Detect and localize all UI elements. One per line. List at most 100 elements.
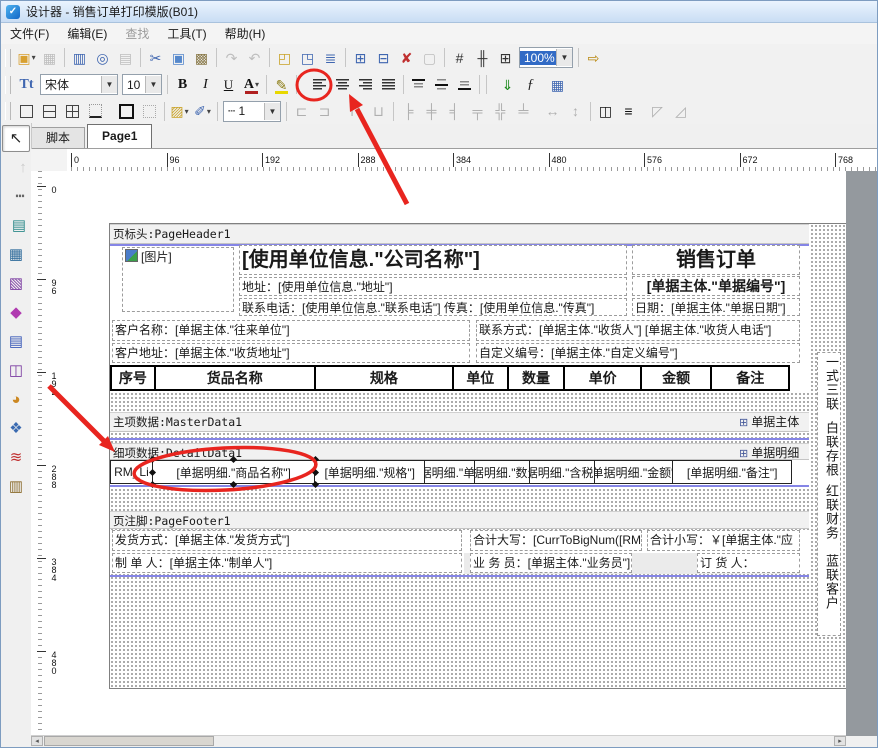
same-width-button[interactable]: ◫ (594, 99, 617, 123)
zoom-combo-arrow[interactable]: ▼ (556, 49, 572, 66)
cut-button[interactable]: ✂ (144, 46, 167, 70)
open-button[interactable]: ▣▾ (15, 46, 38, 70)
subreport-tool[interactable]: ◫ (2, 357, 30, 384)
report-page[interactable]: 页标头:PageHeader1 [图片] [使用单位信息."公司名称"] 销售订… (109, 223, 846, 689)
valign-top-button[interactable] (407, 73, 430, 97)
chart-tool[interactable]: ◕ (2, 386, 30, 413)
line-color-button[interactable]: ✐▾ (191, 99, 214, 123)
detail-cell[interactable]: [单据明细."规格"] (315, 461, 425, 483)
label-tool[interactable]: ▤ (5, 212, 33, 239)
barcode-tool[interactable]: ▥ (2, 473, 30, 500)
border-full-button[interactable] (115, 99, 138, 123)
panes-button[interactable]: ⊞ (494, 46, 517, 70)
font-color-button[interactable]: A▾ (240, 73, 263, 97)
insert-field-button[interactable]: ⇓ (496, 73, 519, 97)
column-header[interactable]: 规格 (316, 367, 454, 389)
select-tool[interactable]: ↖ (2, 125, 30, 152)
scroll-left-button[interactable]: ◂ (31, 736, 43, 746)
line-tool[interactable]: ≋ (2, 444, 30, 471)
bold-button[interactable]: B (171, 73, 194, 97)
align-center-button[interactable] (331, 73, 354, 97)
phone-fax-field[interactable]: 联系电话：[使用单位信息."联系电话"] 传真：[使用单位信息."传真"] (239, 298, 627, 316)
bring-front-button[interactable]: ◰ (273, 46, 296, 70)
band-detail-data[interactable]: 细项数据:DetailData1 ⊞单据明细 (110, 443, 809, 460)
paste-button[interactable]: ▩ (190, 46, 213, 70)
insert-group-button[interactable]: ⊞ (349, 46, 372, 70)
exit-button[interactable]: ⇨ (582, 46, 605, 70)
detail-cell[interactable]: [单据明细."单位"] (425, 461, 475, 483)
company-name-field[interactable]: [使用单位信息."公司名称"] (239, 245, 627, 275)
border-none-button[interactable] (138, 99, 161, 123)
font-combo[interactable]: 宋体▼ (40, 74, 118, 95)
date-field[interactable]: 日期：[单据主体."单据日期"] (632, 298, 800, 316)
border-box-button[interactable] (15, 99, 38, 123)
delete-button[interactable]: ✘ (395, 46, 418, 70)
column-header[interactable]: 货品名称 (156, 367, 316, 389)
menu-file[interactable]: 文件(F) (1, 22, 58, 45)
underline-button[interactable]: U (217, 73, 240, 97)
menu-help[interactable]: 帮助(H) (216, 22, 275, 45)
orderer-field[interactable]: 订 货 人： (697, 553, 800, 573)
memo-tool[interactable]: ▤ (2, 328, 30, 355)
h-scrollbar[interactable]: ◂ ▸ (31, 735, 846, 747)
amount-value-field[interactable]: 合计小写：￥[单据主体."应 (647, 530, 800, 551)
snap-toggle-button[interactable]: ╫ (471, 46, 494, 70)
design-canvas[interactable]: 页标头:PageHeader1 [图片] [使用单位信息."公司名称"] 销售订… (67, 171, 877, 736)
picture-field[interactable]: [图片] (122, 247, 234, 312)
shape-tool[interactable]: ◆ (2, 299, 30, 326)
column-header[interactable]: 数量 (509, 367, 566, 389)
order-no-field[interactable]: [单据主体."单据编号"] (632, 276, 800, 296)
print-preview-button[interactable]: ◎ (91, 46, 114, 70)
font-size-combo-arrow[interactable]: ▼ (145, 76, 161, 93)
detail-cell[interactable]: [单据明细."商品名称"] (153, 461, 316, 483)
align-justify-button[interactable] (377, 73, 400, 97)
border-grid-button[interactable] (61, 99, 84, 123)
detail-cell[interactable]: [单据明细."金额"] (595, 461, 674, 483)
scroll-right-button[interactable]: ▸ (834, 736, 846, 746)
detail-cell[interactable]: [单据明细."含税价"] (530, 461, 595, 483)
column-header[interactable]: 备注 (712, 367, 788, 389)
border-frame-button[interactable] (38, 99, 61, 123)
line-width-combo[interactable]: ┄ 1▼ (223, 101, 281, 122)
same-height-button[interactable]: ≡ (617, 99, 640, 123)
table-header-row[interactable]: 序号货品名称规格单位数量单价金额备注 (110, 365, 790, 391)
ole-tool[interactable]: ❖ (2, 415, 30, 442)
valign-bottom-button[interactable] (453, 73, 476, 97)
valign-middle-button[interactable] (430, 73, 453, 97)
copy-button[interactable]: ▣ (167, 46, 190, 70)
detail-row[interactable]: RM_Li[单据明细."商品名称"][单据明细."规格"][单据明细."单位"]… (110, 460, 792, 484)
zoom-combo[interactable]: 100%▼ (519, 47, 573, 68)
line-width-combo-arrow[interactable]: ▼ (264, 103, 280, 120)
salesman-field[interactable]: 业 务 员：[单据主体."业务员"] (470, 553, 632, 573)
grid-toggle-button[interactable]: # (448, 46, 471, 70)
band-tool[interactable]: ┅ (6, 183, 34, 210)
custom-no-field[interactable]: 自定义编号：[单据主体."自定义编号"] (476, 343, 800, 363)
detail-cell[interactable]: [单据明细."数量"] (475, 461, 530, 483)
band-page-footer[interactable]: 页注脚:PageFooter1 (110, 511, 809, 529)
font-size-combo[interactable]: 10▼ (122, 74, 162, 95)
column-header[interactable]: 单价 (565, 367, 642, 389)
ship-method-field[interactable]: 发货方式：[单据主体."发货方式"] (112, 530, 462, 551)
field-tool[interactable]: ▦ (2, 241, 30, 268)
expression-button[interactable]: ƒ (519, 73, 542, 97)
tab-page1[interactable]: Page1 (87, 124, 152, 148)
customer-name-field[interactable]: 客户名称：[单据主体."往来单位"] (112, 320, 470, 341)
italic-button[interactable]: I (194, 73, 217, 97)
align-right-button[interactable] (354, 73, 377, 97)
send-back-button[interactable]: ◳ (296, 46, 319, 70)
doc-title-field[interactable]: 销售订单 (632, 245, 800, 275)
band-master-data[interactable]: 主项数据:MasterData1 ⊞单据主体 (110, 412, 809, 432)
insert-band-button[interactable]: ⊟ (372, 46, 395, 70)
picture-tool[interactable]: ▧ (2, 270, 30, 297)
highlight-button[interactable]: ✎ (270, 73, 293, 97)
copies-side-label[interactable]: 一式三联白联存根红联财务蓝联客户 (817, 352, 841, 636)
align-left-button[interactable] (308, 73, 331, 97)
menu-edit[interactable]: 编辑(E) (58, 22, 116, 45)
print-button[interactable]: ▥ (68, 46, 91, 70)
report-options-button[interactable]: ▦ (546, 73, 569, 97)
contact-field[interactable]: 联系方式：[单据主体."收货人"] [单据主体."收货人电话"] (476, 320, 800, 341)
column-header[interactable]: 单位 (454, 367, 509, 389)
detail-cell[interactable]: [单据明细."备注"] (673, 461, 791, 483)
scroll-thumb[interactable] (44, 736, 214, 746)
border-underline-button[interactable] (84, 99, 107, 123)
